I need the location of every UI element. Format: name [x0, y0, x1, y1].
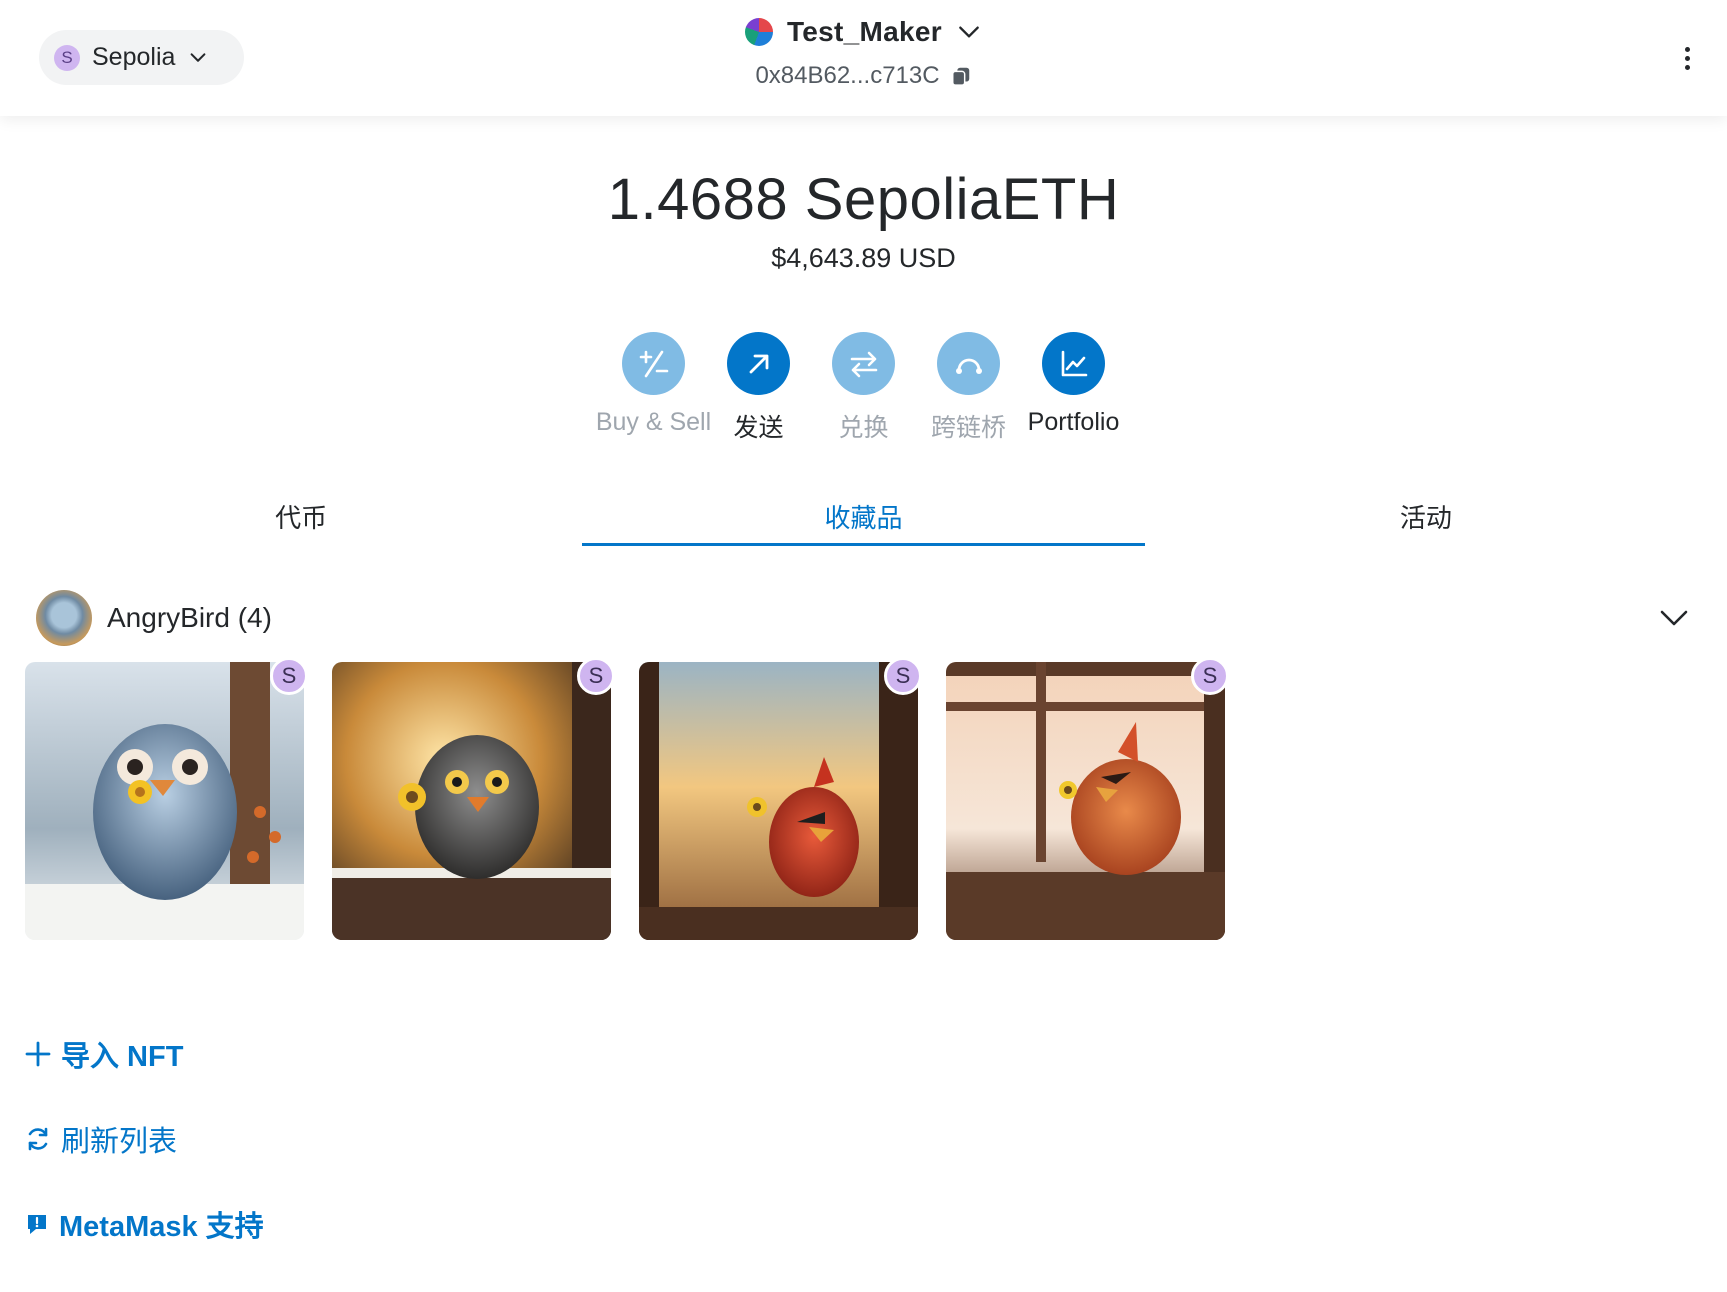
- bridge-icon: [937, 332, 1000, 395]
- nft-image-orange-bird: [946, 662, 1225, 940]
- account-block: Test_Maker 0x84B62...c713C: [0, 16, 1727, 90]
- action-bar: Buy & Sell 发送 兑换 跨链桥 Portfolio: [0, 332, 1727, 444]
- send-label: 发送: [733, 414, 784, 442]
- nft-grid: S S S S: [25, 657, 1229, 940]
- nft-card[interactable]: S: [25, 657, 308, 940]
- chart-icon: [1042, 332, 1105, 395]
- collection-avatar: [36, 590, 92, 646]
- account-address: 0x84B62...c713C: [755, 62, 940, 89]
- collection-title: AngryBird (4): [107, 602, 272, 633]
- network-badge: S: [270, 657, 308, 695]
- asset-tabs: 代币 收藏品 活动: [20, 490, 1707, 546]
- app-header: S Sepolia Test_Maker 0x84B62...c713C: [0, 0, 1727, 116]
- network-badge: S: [577, 657, 615, 695]
- account-selector[interactable]: Test_Maker: [744, 16, 982, 48]
- nft-image-gray-bird: [332, 662, 611, 940]
- balance-block: 1.4688 SepoliaETH $4,643.89 USD: [0, 166, 1727, 274]
- nft-card[interactable]: S: [332, 657, 615, 940]
- tab-tokens[interactable]: 代币: [20, 490, 582, 546]
- bridge-button[interactable]: 跨链桥: [916, 332, 1021, 444]
- more-menu-icon[interactable]: [1677, 40, 1697, 76]
- refresh-list-link[interactable]: 刷新列表: [25, 1118, 177, 1160]
- plus-minus-icon: [622, 332, 685, 395]
- send-button[interactable]: 发送: [706, 332, 811, 444]
- network-badge: S: [884, 657, 922, 695]
- support-chat-icon: [28, 1215, 46, 1234]
- nft-card[interactable]: S: [946, 657, 1229, 940]
- nft-card[interactable]: S: [639, 657, 922, 940]
- refresh-icon: [28, 1127, 48, 1151]
- address-copy[interactable]: 0x84B62...c713C: [755, 62, 971, 90]
- portfolio-label: Portfolio: [1027, 408, 1120, 436]
- bridge-label: 跨链桥: [930, 414, 1006, 442]
- nft-image-red-bird: [639, 662, 918, 940]
- tab-activity[interactable]: 活动: [1145, 490, 1707, 546]
- import-nft-label: 导入 NFT: [61, 1041, 184, 1073]
- copy-icon[interactable]: [950, 65, 972, 87]
- metamask-support-link[interactable]: MetaMask 支持: [25, 1203, 264, 1245]
- buy-sell-button[interactable]: Buy & Sell: [596, 332, 711, 444]
- balance-fiat: $4,643.89 USD: [771, 243, 956, 273]
- chevron-down-icon: [959, 26, 979, 38]
- tab-collectibles[interactable]: 收藏品: [582, 490, 1145, 546]
- collection-header[interactable]: AngryBird (4): [36, 590, 1691, 646]
- account-avatar-icon: [744, 18, 773, 46]
- import-nft-link[interactable]: 导入 NFT: [25, 1033, 183, 1075]
- portfolio-button[interactable]: Portfolio: [1021, 332, 1126, 444]
- arrow-up-right-icon: [727, 332, 790, 395]
- buy-sell-label: Buy & Sell: [595, 408, 712, 436]
- balance-primary: 1.4688 SepoliaETH: [607, 167, 1120, 232]
- swap-button[interactable]: 兑换: [811, 332, 916, 444]
- chevron-down-icon[interactable]: [1657, 601, 1691, 635]
- nft-image-blue-bird: [25, 662, 304, 940]
- account-name: Test_Maker: [786, 16, 942, 47]
- plus-icon: [25, 1041, 51, 1067]
- swap-label: 兑换: [838, 414, 889, 442]
- refresh-list-label: 刷新列表: [61, 1126, 178, 1158]
- metamask-support-label: MetaMask 支持: [59, 1211, 264, 1243]
- network-badge: S: [1191, 657, 1229, 695]
- swap-icon: [832, 332, 895, 395]
